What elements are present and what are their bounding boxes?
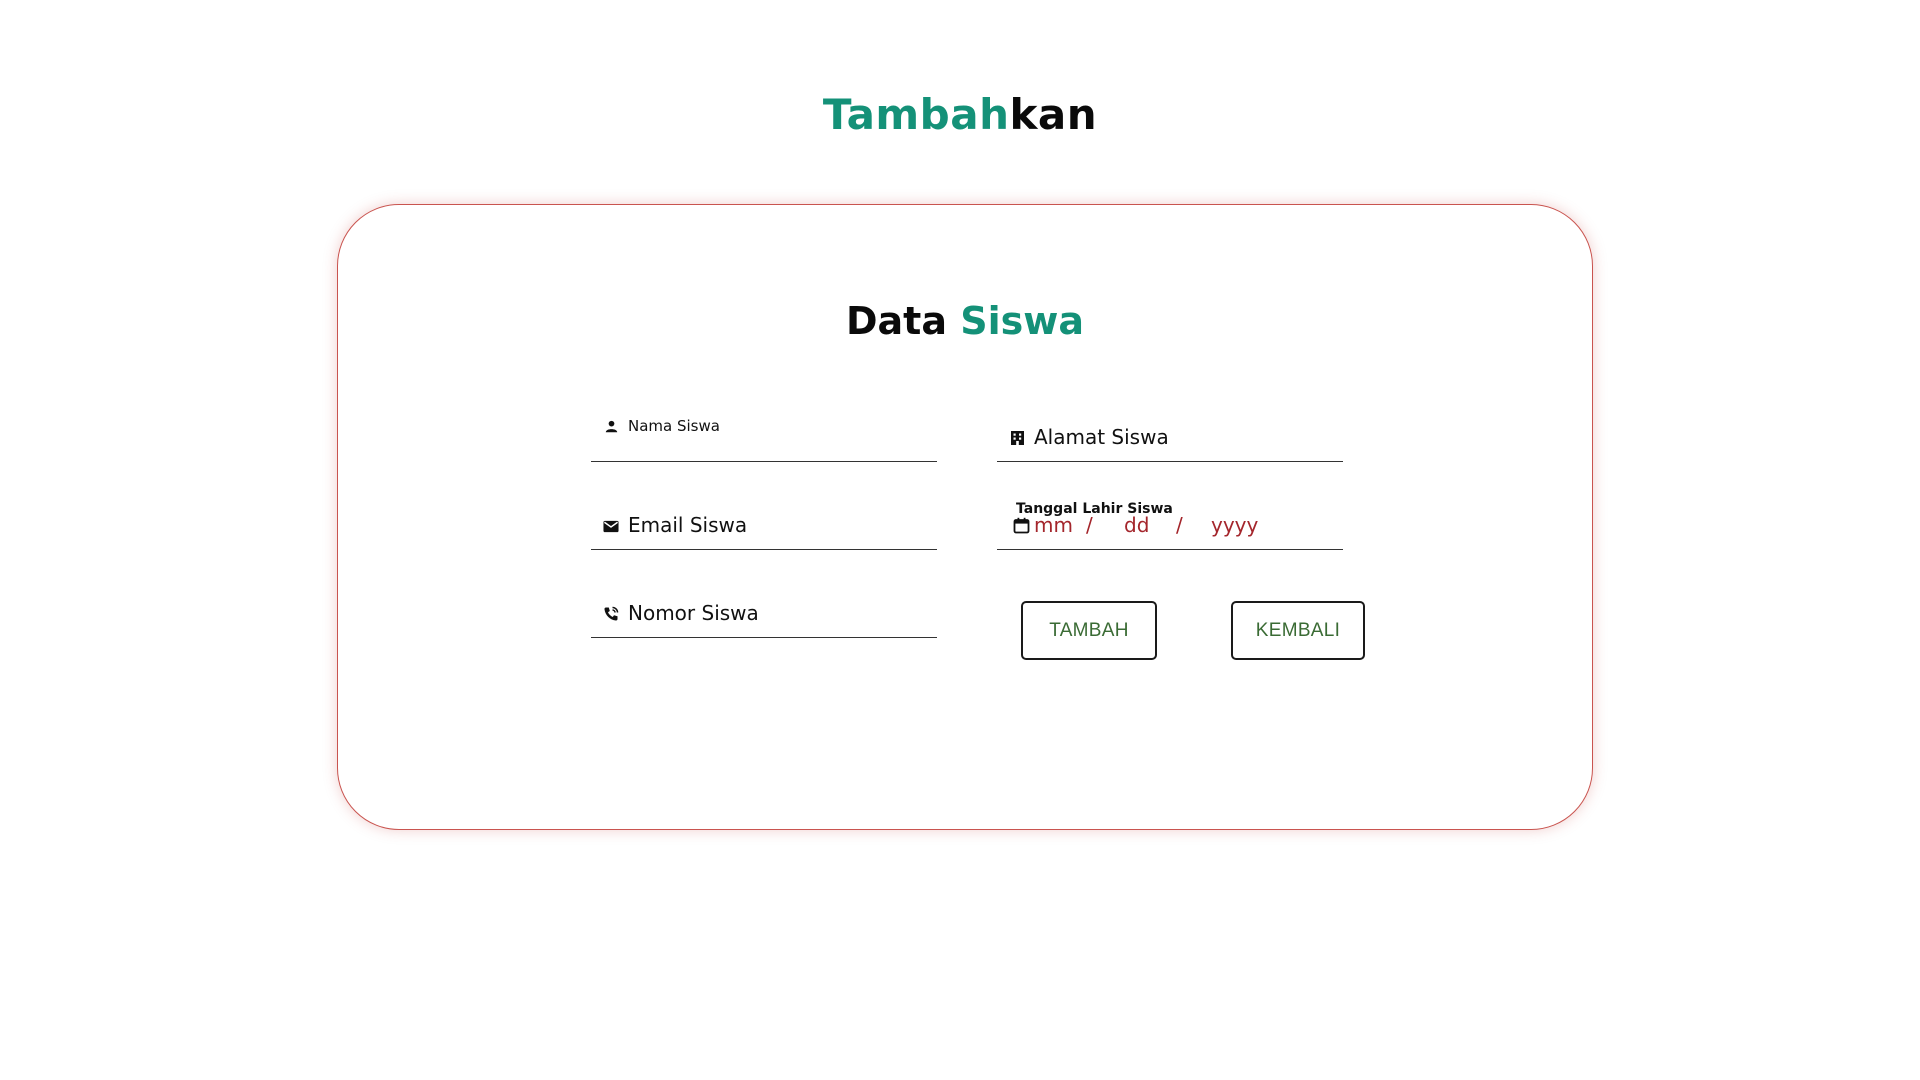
- email-siswa-label: Email Siswa: [628, 513, 748, 537]
- date-year-placeholder[interactable]: yyyy: [1211, 513, 1258, 537]
- tanggal-lahir-field[interactable]: Tanggal Lahir Siswa mm / dd / yyyy: [997, 493, 1343, 550]
- date-separator: /: [1176, 513, 1183, 537]
- nama-siswa-label: Nama Siswa: [628, 417, 720, 435]
- nomor-siswa-field[interactable]: Nomor Siswa: [591, 581, 937, 638]
- date-input[interactable]: mm / dd / yyyy: [1034, 513, 1258, 537]
- date-month-placeholder[interactable]: mm: [1034, 513, 1086, 537]
- alamat-siswa-field[interactable]: Alamat Siswa: [997, 405, 1343, 462]
- building-icon: [1009, 430, 1025, 446]
- calendar-icon[interactable]: [1013, 517, 1031, 535]
- email-siswa-field[interactable]: Email Siswa: [591, 493, 937, 550]
- form-title-accent: Siswa: [960, 299, 1084, 343]
- date-day-placeholder[interactable]: dd: [1124, 513, 1176, 537]
- page-heading-accent: Tambah: [822, 90, 1010, 139]
- page-heading: Tambahkan: [0, 90, 1920, 139]
- form-title: Data Siswa: [338, 299, 1592, 343]
- form-title-dark: Data: [846, 299, 947, 343]
- alamat-siswa-label: Alamat Siswa: [1034, 425, 1169, 449]
- tambah-button[interactable]: TAMBAH: [1021, 601, 1157, 660]
- nomor-siswa-label: Nomor Siswa: [628, 601, 759, 625]
- person-icon: [603, 418, 619, 434]
- page-heading-rest: kan: [1009, 90, 1098, 139]
- phone-icon: [603, 606, 619, 622]
- date-separator: /: [1086, 513, 1093, 537]
- nama-siswa-field[interactable]: Nama Siswa: [591, 405, 937, 462]
- kembali-button[interactable]: KEMBALI: [1231, 601, 1365, 660]
- form-card: Data Siswa Nama Siswa Alamat Siswa Email…: [337, 204, 1593, 830]
- envelope-icon: [603, 518, 619, 534]
